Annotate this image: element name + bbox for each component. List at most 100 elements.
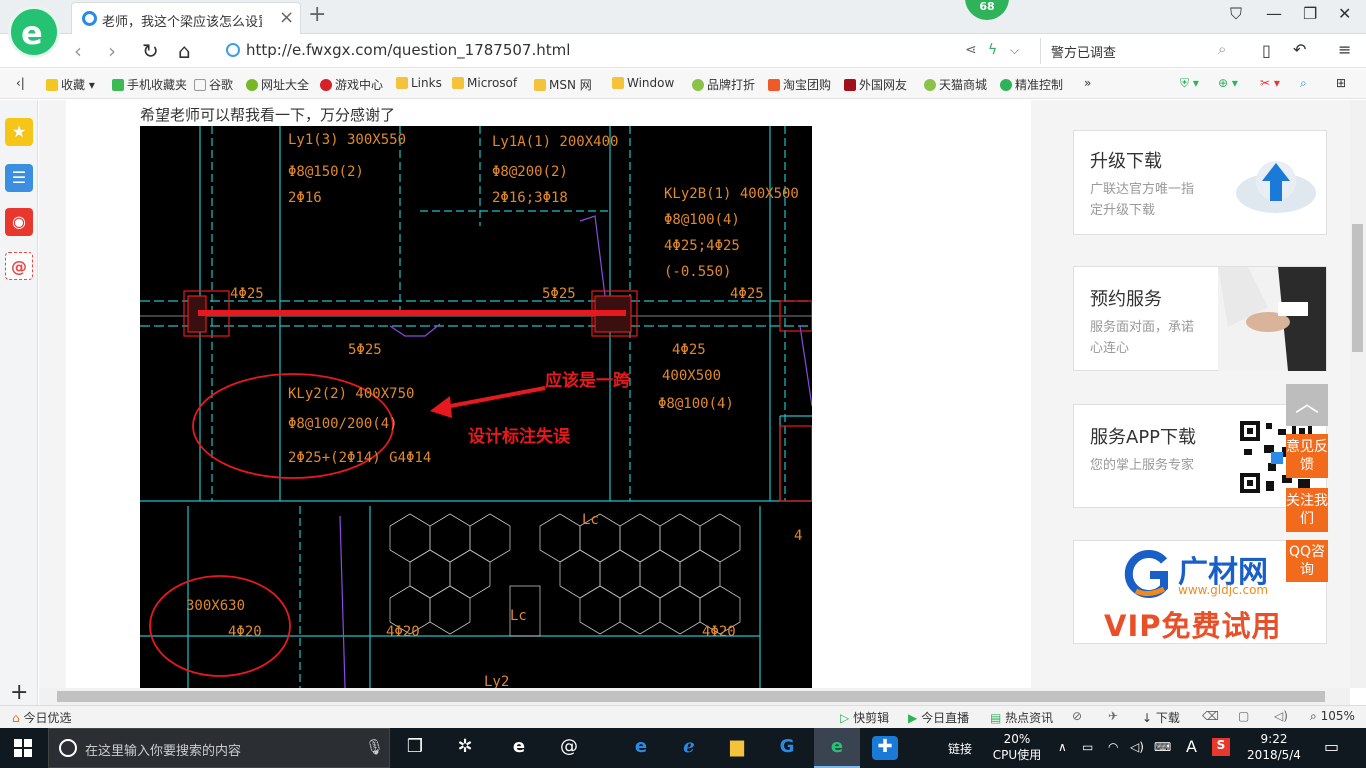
share-icon[interactable]: ⋖ [965,42,977,58]
game-icon [320,79,332,91]
bookmark-sites[interactable]: 网址大全 [246,76,309,93]
bookmark-tmall[interactable]: 天猫商城 [924,76,987,93]
clock[interactable]: 9:22 2018/5/4 [1240,731,1308,763]
bookmark-msn[interactable]: MSN 网 [534,76,592,93]
volume-icon[interactable]: ◁) [1130,740,1144,754]
appointment-service-card[interactable]: 预约服务 服务面对面，承诺心连心 [1073,266,1327,371]
close-window-icon[interactable]: ✕ [1338,4,1351,23]
daily-picks[interactable]: ⌂ 今日优选 [12,709,71,726]
reading-list-icon[interactable]: ☰ [5,164,33,192]
scissors-icon[interactable]: ✂ ▾ [1260,76,1280,90]
undo-icon[interactable]: ↶ [1293,40,1306,59]
restore-icon[interactable]: ❐ [1303,4,1317,23]
scrollbar-thumb[interactable] [57,691,1325,702]
feedback-button[interactable]: 意见反馈 [1286,434,1328,478]
status-item-news[interactable]: ▤ 热点资讯 [990,709,1053,726]
windows-start-icon[interactable] [14,739,32,757]
status-item-download[interactable]: ↓ 下载 [1142,709,1180,726]
file-explorer-icon[interactable]: ▆ [724,736,750,760]
bookmark-precise[interactable]: 精准控制 [1000,76,1063,93]
status-item-live[interactable]: ▶ 今日直播 [908,709,969,726]
pin-icon[interactable]: ✈ [1108,709,1118,723]
tray-expand-icon[interactable]: ∧ [1058,740,1067,754]
remote-assist-icon[interactable]: ✚ [872,736,898,760]
search-input[interactable]: 警方已调查 [1051,42,1116,61]
close-tab-icon[interactable]: × [279,7,294,28]
cpu-label: CPU使用 [992,748,1042,762]
scrollbar-thumb[interactable] [1352,224,1363,352]
cad-label: Φ8@150(2) [288,164,364,180]
add-sidebar-icon[interactable]: + [10,680,28,705]
vertical-scrollbar[interactable] [1350,100,1366,688]
apps-icon[interactable]: ⊞ [1336,76,1346,90]
weibo-icon[interactable]: ◉ [5,208,33,236]
url-text[interactable]: http://e.fwxgx.com/question_1787507.html [246,41,570,59]
accelerate-icon[interactable]: ⊘ [1072,709,1082,723]
home-icon[interactable]: ⌂ [178,39,191,63]
refresh-icon[interactable]: ↻ [142,39,159,63]
mobile-icon[interactable]: ▯ [1262,41,1271,60]
wifi-icon[interactable]: ◠ [1108,740,1118,754]
follow-us-button[interactable]: 关注我们 [1286,488,1328,532]
sound-icon[interactable]: ◁) [1274,709,1288,723]
action-center-icon[interactable]: ▭ [1324,737,1339,756]
horizontal-scrollbar[interactable] [39,688,1350,705]
forward-icon[interactable]: › [108,39,116,63]
bookmark-microsoft[interactable]: Microsof [452,76,517,90]
bookmark-google[interactable]: 谷歌 [194,76,233,93]
chevron-down-icon[interactable]: ⌵ [1010,43,1019,58]
bookmark-windows[interactable]: Window [612,76,674,90]
address-bar[interactable]: http://e.fwxgx.com/question_1787507.html [218,38,1033,64]
battery-icon[interactable]: ▭ [1082,740,1093,754]
bookmark-mobile[interactable]: 手机收藏夹 [112,76,187,93]
qq-consult-button[interactable]: QQ咨询 [1286,540,1328,582]
shield-icon[interactable]: ⛨ ▾ [1180,76,1199,91]
glodon-g-icon[interactable]: G [774,736,800,760]
email-icon[interactable]: @ [5,252,33,280]
edge-blue-icon[interactable]: e [628,736,654,760]
active-browser-task[interactable]: e [814,728,860,768]
more-bookmarks-icon[interactable]: » [1084,76,1091,90]
upgrade-download-card[interactable]: 升级下载 广联达官方唯一指定升级下载 [1073,130,1327,235]
minimize-icon[interactable]: — [1266,4,1282,23]
pinwheel-icon[interactable]: ✲ [452,736,478,760]
back-icon[interactable]: ‹ [74,39,82,63]
bookmark-brand-discount[interactable]: 品牌打折 [692,76,755,93]
ime-indicator[interactable]: A [1186,737,1197,756]
clean-icon[interactable]: ⌫ [1202,709,1219,723]
skin-icon[interactable]: ⛉ [1230,4,1242,24]
browser-logo[interactable]: e [8,6,60,58]
new-tab-icon[interactable]: + [308,2,326,27]
collapse-sidebar-icon[interactable]: ‹| [16,76,25,90]
tray-links[interactable]: 链接 [948,740,972,757]
zoom-level[interactable]: ⌕ 105% [1310,709,1355,724]
translate-icon[interactable]: ⊕ ▾ [1218,76,1238,90]
bookmark-links[interactable]: Links [396,76,442,90]
bookmark-taobao[interactable]: 淘宝团购 [768,76,831,93]
menu-icon[interactable]: ≡ [1338,40,1351,59]
cad-drawing: Ly1(3) 300X550 Φ8@150(2) 2Φ16 Ly1A(1) 20… [140,126,813,688]
cpu-meter[interactable]: 20% CPU使用 [990,731,1044,763]
bookmark-games[interactable]: 游戏中心 [320,76,383,93]
bookmark-favorites[interactable]: 收藏 ▾ [46,76,95,93]
speed-mode-icon[interactable]: ϟ [988,42,997,58]
favorites-star-icon[interactable]: ★ [5,118,33,146]
bookmark-foreign[interactable]: 外国网友 [844,76,907,93]
search-box[interactable]: 警方已调查 ⌕ [1040,38,1240,64]
task-view-icon[interactable]: ❒ [402,736,428,760]
search-tool-icon[interactable]: ⌕ [1300,76,1307,91]
edge-icon[interactable]: e [506,736,532,760]
browser-tab[interactable]: 老师，我这个梁应该怎么设置_广联达服务新干线 × [71,2,301,34]
window-icon[interactable]: ▢ [1238,709,1249,723]
keyboard-icon[interactable]: ⌨ [1154,740,1171,754]
taskbar-search[interactable]: 在这里输入你要搜索的内容 🎙 [48,728,390,768]
glodon-swirl-icon[interactable]: @ [556,736,582,760]
microphone-icon[interactable]: 🎙 [365,738,384,756]
ie-icon[interactable]: ℯ [676,736,702,760]
antivirus-icon[interactable]: S [1212,738,1230,756]
back-to-top-button[interactable]: ︿ [1286,384,1328,426]
notification-badge[interactable]: 68 [965,0,1009,20]
search-icon[interactable]: ⌕ [1218,40,1226,58]
status-item-clip[interactable]: ▷ 快剪辑 [840,709,889,726]
taskbar-search-placeholder[interactable]: 在这里输入你要搜索的内容 [85,740,241,759]
